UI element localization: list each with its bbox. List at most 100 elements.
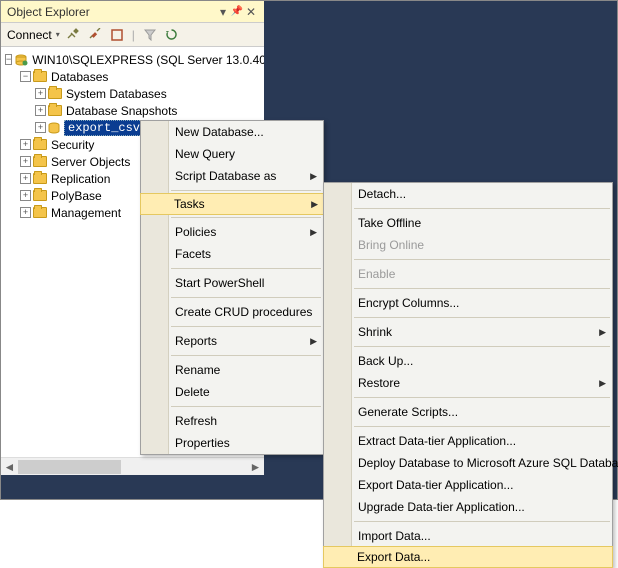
expand-icon[interactable]: + bbox=[20, 207, 31, 218]
menu-label: Delete bbox=[175, 385, 210, 399]
menu-label: Restore bbox=[358, 376, 400, 390]
menu-label: Start PowerShell bbox=[175, 276, 264, 290]
menu-new-query[interactable]: New Query bbox=[141, 143, 323, 165]
menu-label: Encrypt Columns... bbox=[358, 296, 459, 310]
submenu-arrow-icon: ▶ bbox=[599, 378, 606, 389]
submenu-arrow-icon: ▶ bbox=[599, 327, 606, 338]
folder-icon bbox=[33, 156, 47, 167]
close-icon[interactable]: ✕ bbox=[244, 5, 258, 19]
menu-label: Shrink bbox=[358, 325, 392, 339]
menu-separator bbox=[354, 208, 610, 209]
menu-create-crud[interactable]: Create CRUD procedures bbox=[141, 301, 323, 323]
menu-reports[interactable]: Reports ▶ bbox=[141, 330, 323, 352]
menu-encrypt-columns[interactable]: Encrypt Columns... bbox=[324, 292, 612, 314]
node-label: Security bbox=[51, 138, 94, 152]
expand-icon[interactable]: + bbox=[20, 190, 31, 201]
menu-label: Create CRUD procedures bbox=[175, 305, 312, 319]
menu-separator bbox=[171, 268, 321, 269]
menu-deploy-azure[interactable]: Deploy Database to Microsoft Azure SQL D… bbox=[324, 452, 612, 474]
submenu-arrow-icon: ▶ bbox=[311, 199, 318, 210]
expand-icon[interactable]: + bbox=[35, 122, 46, 133]
menu-label: Generate Scripts... bbox=[358, 405, 458, 419]
menu-label: Back Up... bbox=[358, 354, 413, 368]
expand-icon[interactable]: + bbox=[35, 105, 46, 116]
connect-icon[interactable] bbox=[64, 26, 82, 44]
menu-new-database[interactable]: New Database... bbox=[141, 121, 323, 143]
tree-databases-node[interactable]: − Databases bbox=[5, 68, 264, 85]
collapse-icon[interactable]: − bbox=[20, 71, 31, 82]
menu-shrink[interactable]: Shrink ▶ bbox=[324, 321, 612, 343]
folder-icon bbox=[33, 173, 47, 184]
scroll-thumb[interactable] bbox=[18, 460, 121, 474]
menu-upgrade-dta[interactable]: Upgrade Data-tier Application... bbox=[324, 496, 612, 518]
menu-label: Facets bbox=[175, 247, 211, 261]
menu-start-powershell[interactable]: Start PowerShell bbox=[141, 272, 323, 294]
toolbar: Connect ▾ | bbox=[1, 23, 264, 47]
connect-button[interactable]: Connect bbox=[7, 28, 52, 42]
pin-icon[interactable]: 📌 bbox=[230, 6, 244, 17]
disconnect-icon[interactable] bbox=[86, 26, 104, 44]
menu-label: Upgrade Data-tier Application... bbox=[358, 500, 525, 514]
folder-icon bbox=[33, 139, 47, 150]
menu-label: Tasks bbox=[174, 197, 205, 211]
scroll-left-icon[interactable]: ◄ bbox=[1, 458, 18, 475]
collapse-icon[interactable]: − bbox=[5, 54, 12, 65]
panel-title-text: Object Explorer bbox=[7, 5, 90, 19]
tree-system-databases-node[interactable]: + System Databases bbox=[5, 85, 264, 102]
menu-script-database-as[interactable]: Script Database as ▶ bbox=[141, 165, 323, 187]
menu-tasks[interactable]: Tasks ▶ bbox=[140, 193, 324, 215]
tree-server-node[interactable]: − WIN10\SQLEXPRESS (SQL Server 13.0.4001… bbox=[5, 51, 264, 68]
scroll-right-icon[interactable]: ► bbox=[247, 458, 264, 475]
menu-label: New Database... bbox=[175, 125, 264, 139]
menu-label: Export Data... bbox=[357, 550, 430, 564]
tree-database-snapshots-node[interactable]: + Database Snapshots bbox=[5, 102, 264, 119]
selected-database-label: export_csv bbox=[64, 120, 144, 136]
menu-extract-dta[interactable]: Extract Data-tier Application... bbox=[324, 430, 612, 452]
menu-separator bbox=[354, 288, 610, 289]
expand-icon[interactable]: + bbox=[20, 173, 31, 184]
menu-take-offline[interactable]: Take Offline bbox=[324, 212, 612, 234]
stop-icon[interactable] bbox=[108, 26, 126, 44]
menu-policies[interactable]: Policies▶ bbox=[141, 221, 323, 243]
server-label: WIN10\SQLEXPRESS (SQL Server 13.0.4001 -… bbox=[32, 53, 264, 67]
menu-label: Reports bbox=[175, 334, 217, 348]
menu-separator bbox=[354, 317, 610, 318]
menu-separator bbox=[171, 297, 321, 298]
menu-separator bbox=[171, 190, 321, 191]
menu-import-data[interactable]: Import Data... bbox=[324, 525, 612, 547]
scroll-track[interactable] bbox=[18, 459, 247, 475]
menu-restore[interactable]: Restore ▶ bbox=[324, 372, 612, 394]
submenu-arrow-icon: ▶ bbox=[310, 171, 317, 182]
menu-separator bbox=[354, 397, 610, 398]
menu-label: Script Database as bbox=[175, 169, 276, 183]
menu-facets[interactable]: Facets bbox=[141, 243, 323, 265]
menu-rename[interactable]: Rename bbox=[141, 359, 323, 381]
filter-icon[interactable] bbox=[141, 26, 159, 44]
menu-label: Enable bbox=[358, 267, 395, 281]
menu-back-up[interactable]: Back Up... bbox=[324, 350, 612, 372]
menu-label: Deploy Database to Microsoft Azure SQL D… bbox=[358, 456, 618, 470]
menu-export-data[interactable]: Export Data... bbox=[323, 546, 613, 568]
menu-label: Bring Online bbox=[358, 238, 424, 252]
horizontal-scrollbar[interactable]: ◄ ► bbox=[1, 457, 264, 475]
menu-detach[interactable]: Detach... bbox=[324, 183, 612, 205]
menu-label: New Query bbox=[175, 147, 235, 161]
menu-separator bbox=[354, 426, 610, 427]
refresh-icon[interactable] bbox=[163, 26, 181, 44]
menu-properties[interactable]: Properties bbox=[141, 432, 323, 454]
menu-bring-online: Bring Online bbox=[324, 234, 612, 256]
menu-refresh[interactable]: Refresh bbox=[141, 410, 323, 432]
expand-icon[interactable]: + bbox=[20, 156, 31, 167]
menu-export-dta[interactable]: Export Data-tier Application... bbox=[324, 474, 612, 496]
menu-label: Refresh bbox=[175, 414, 217, 428]
menu-enable: Enable bbox=[324, 263, 612, 285]
folder-icon bbox=[48, 88, 62, 99]
menu-generate-scripts[interactable]: Generate Scripts... bbox=[324, 401, 612, 423]
connect-dropdown-icon[interactable]: ▾ bbox=[56, 30, 60, 39]
submenu-arrow-icon: ▶ bbox=[310, 336, 317, 347]
expand-icon[interactable]: + bbox=[20, 139, 31, 150]
dropdown-icon[interactable]: ▾ bbox=[216, 5, 230, 19]
expand-icon[interactable]: + bbox=[35, 88, 46, 99]
menu-label: Rename bbox=[175, 363, 220, 377]
menu-delete[interactable]: Delete bbox=[141, 381, 323, 403]
